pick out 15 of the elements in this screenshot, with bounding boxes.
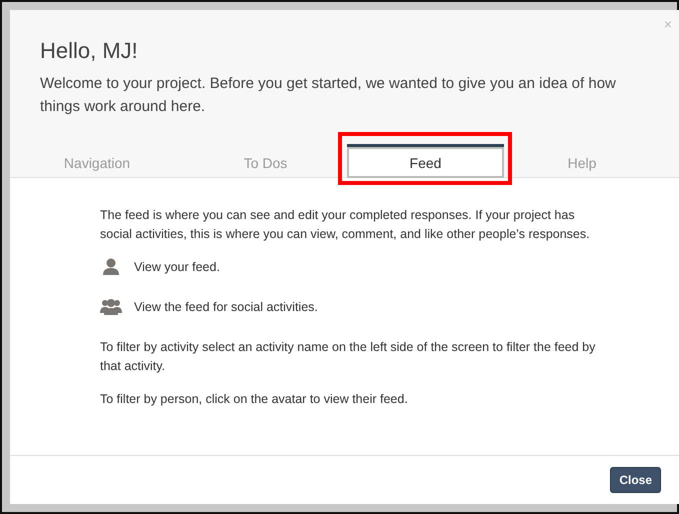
feed-option-text: View the feed for social activities.	[134, 300, 318, 314]
paragraph: To filter by activity select an activity name on the left side of the screen to filter the feed by that activity.	[100, 339, 596, 375]
intro-text: Welcome to your project. Before you get started, we wanted to give you an idea of how things work around here.	[40, 74, 617, 117]
paragraph: The feed is where you can see and edit your completed responses. If your project has social activities, this is where you can view, comment, and like other people’s responses.	[100, 207, 591, 243]
close-icon[interactable]: ×	[664, 16, 672, 32]
tab[interactable]: To Dos	[184, 144, 347, 178]
group-icon	[100, 298, 122, 316]
paragraph: To filter by person, click on the avatar to view their feed.	[100, 391, 409, 408]
tab[interactable]: Help	[504, 144, 660, 178]
tab[interactable]: Navigation	[10, 144, 184, 178]
feed-option-text: View your feed.	[134, 260, 220, 274]
tab[interactable]: Feed	[347, 144, 504, 178]
close-button[interactable]: Close	[610, 467, 661, 493]
person-icon	[100, 258, 122, 276]
dialog-title: Hello, MJ!	[40, 38, 139, 64]
